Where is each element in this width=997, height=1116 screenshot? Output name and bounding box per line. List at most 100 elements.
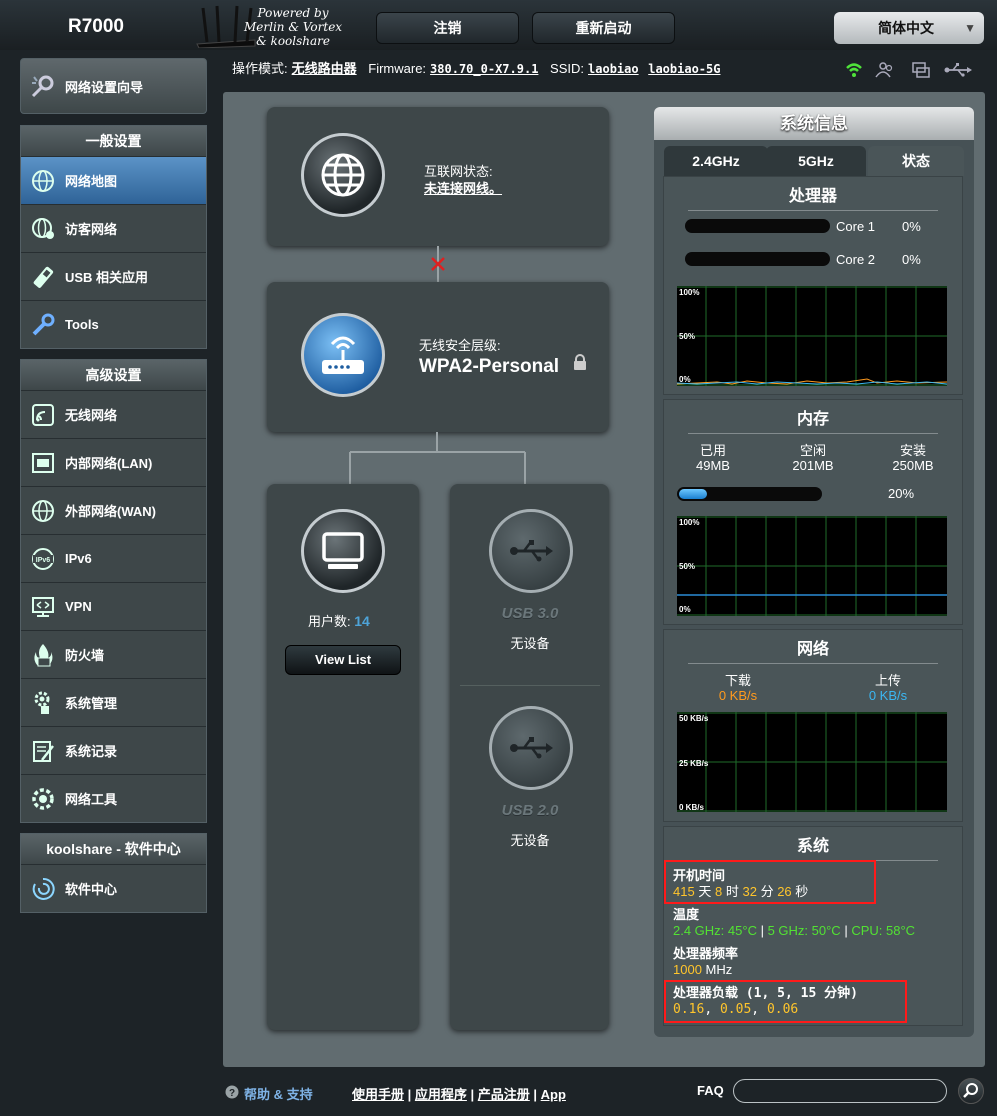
usb3-label: USB 3.0 (501, 605, 559, 622)
help-support-link[interactable]: 帮助 & 支持 (244, 1084, 313, 1103)
faq-label: FAQ (697, 1083, 724, 1098)
router-admin-page: R7000 Powered by Merlin & Vortex & kools… (0, 0, 997, 1116)
sidebar-label: 访客网络 (65, 222, 118, 237)
internet-status-value[interactable]: 未连接网线。 (424, 178, 502, 197)
core1-label: Core 1 (836, 219, 876, 234)
logo-line-1: Powered by (257, 6, 329, 20)
language-select[interactable]: 简体中文 ▼ (834, 12, 984, 44)
tab-24ghz[interactable]: 2.4GHz (664, 146, 768, 176)
globe-icon (29, 167, 57, 195)
disconnected-connector (431, 246, 445, 282)
model-name: R7000 (68, 16, 124, 37)
sidebar-item-guest-network[interactable]: 访客网络 (21, 204, 206, 252)
cpu-graph-50-label: 50% (679, 332, 696, 341)
usb3-icon[interactable] (489, 509, 573, 593)
network-traffic-graph (677, 712, 947, 812)
sidebar-item-wan[interactable]: 外部网络(WAN) (21, 486, 206, 534)
download-value: 0 KB/s (718, 688, 758, 703)
mem-free-label: 空闲 (799, 443, 826, 458)
footer-links: 使用手册 | 应用程序 | 产品注册 | App (352, 1087, 566, 1102)
temperature-values: 2.4 GHz: 45°C | 5 GHz: 50°C | CPU: 58°C (673, 923, 916, 938)
quick-setup-item[interactable]: 网络设置向导 (21, 59, 206, 113)
sidebar-item-network-map[interactable]: 网络地图 (21, 156, 206, 204)
apps-link[interactable]: 应用程序 (415, 1087, 467, 1102)
cpu-freq-label: 处理器频率 (673, 946, 739, 961)
app-link[interactable]: App (541, 1087, 566, 1102)
tab-status[interactable]: 状态 (868, 146, 964, 176)
memory-title: 内存 (688, 400, 938, 434)
logout-button[interactable]: 注销 (376, 12, 519, 44)
window-icon[interactable] (912, 62, 930, 78)
cpu-freq-block: 处理器频率 1000 MHz (673, 946, 738, 978)
mem-free-value: 201MB (792, 458, 834, 473)
firmware-link[interactable]: 380.70_0-X7.9.1 (430, 62, 538, 76)
sidebar-item-ipv6[interactable]: IPv6 IPv6 (21, 534, 206, 582)
sidebar-item-administration[interactable]: 系统管理 (21, 678, 206, 726)
mem-used-label: 已用 (699, 443, 726, 458)
download-block: 下载 0 KB/s (698, 673, 778, 703)
logo-line-2: Merlin & Vortex (244, 20, 343, 34)
vpn-icon (29, 593, 57, 621)
wifi-icon[interactable] (846, 63, 862, 78)
wireless-icon (29, 401, 57, 429)
faq-search-button[interactable] (958, 1078, 984, 1104)
koolshare-title: koolshare - 软件中心 (21, 834, 206, 864)
upload-label: 上传 (874, 673, 901, 688)
cpu-freq-unit: MHz (705, 962, 733, 977)
wireless-security-label: 无线安全层级: (419, 338, 501, 353)
network-title: 网络 (688, 630, 938, 664)
mode-link[interactable]: 无线路由器 (292, 61, 357, 76)
ipv6-icon: IPv6 (29, 545, 57, 573)
clients-label: 用户数: (308, 614, 351, 629)
clients-icon[interactable] (875, 62, 893, 78)
usb2-icon[interactable] (489, 706, 573, 790)
net-graph-25-label: 25 KB/s (679, 759, 709, 768)
chevron-down-icon: ▼ (964, 21, 976, 35)
net-graph-0-label: 0 KB/s (679, 803, 704, 812)
mode-label: 操作模式: (232, 61, 288, 76)
sidebar-item-wireless[interactable]: 无线网络 (21, 390, 206, 438)
wireless-security-value: WPA2-Personal (419, 356, 560, 377)
sidebar-label: 网络地图 (65, 174, 118, 189)
cpu-graph-0-label: 0% (679, 375, 691, 384)
quick-setup-button[interactable]: 网络设置向导 (20, 58, 207, 114)
sidebar-label: USB 相关应用 (65, 270, 149, 285)
sidebar-item-system-log[interactable]: 系统记录 (21, 726, 206, 774)
sidebar-item-usb-apps[interactable]: USB 相关应用 (21, 252, 206, 300)
cpu-title: 处理器 (688, 177, 938, 211)
sidebar-item-network-tools[interactable]: 网络工具 (21, 774, 206, 822)
sidebar-item-software-center[interactable]: 软件中心 (21, 864, 206, 912)
mem-used-value: 49MB (696, 458, 730, 473)
faq-search-input[interactable] (733, 1079, 947, 1103)
sidebar-label: 系统记录 (65, 744, 118, 759)
register-link[interactable]: 产品注册 (478, 1087, 530, 1102)
tab-5ghz[interactable]: 5GHz (766, 146, 866, 176)
usb-status-icon[interactable] (944, 63, 973, 77)
quick-setup-label: 网络设置向导 (65, 79, 144, 95)
mem-total-value: 250MB (892, 458, 934, 473)
ssid-link-5[interactable]: laobiao-5G (648, 62, 720, 76)
sidebar-label: Tools (65, 317, 99, 332)
status-icons (846, 62, 973, 78)
manual-link[interactable]: 使用手册 (352, 1087, 404, 1102)
log-icon (29, 737, 57, 765)
ssid-link-24[interactable]: laobiao (588, 62, 639, 76)
core2-value: 0% (902, 252, 921, 267)
internet-globe-icon[interactable] (301, 133, 385, 217)
sidebar-item-lan[interactable]: 内部网络(LAN) (21, 438, 206, 486)
core2-label: Core 2 (836, 252, 876, 267)
logo-text: Powered by Merlin & Vortex & koolshare (244, 6, 342, 48)
ssid-label: SSID: (550, 61, 585, 76)
sidebar-label: 软件中心 (65, 882, 118, 897)
clients-monitor-icon[interactable] (301, 509, 385, 593)
sidebar-item-tools[interactable]: Tools (21, 300, 206, 348)
search-icon (963, 1083, 978, 1098)
sidebar-item-firewall[interactable]: 防火墙 (21, 630, 206, 678)
reboot-button[interactable]: 重新启动 (532, 12, 675, 44)
wizard-icon (29, 72, 57, 100)
memory-bar (677, 487, 822, 501)
view-list-button[interactable]: View List (285, 645, 401, 675)
router-icon[interactable] (301, 313, 385, 397)
sidebar-item-vpn[interactable]: VPN (21, 582, 206, 630)
advanced-settings-menu: 高级设置 无线网络 内部网络(LAN) 外部网络(WAN) IPv6 IPv6 … (20, 359, 207, 823)
